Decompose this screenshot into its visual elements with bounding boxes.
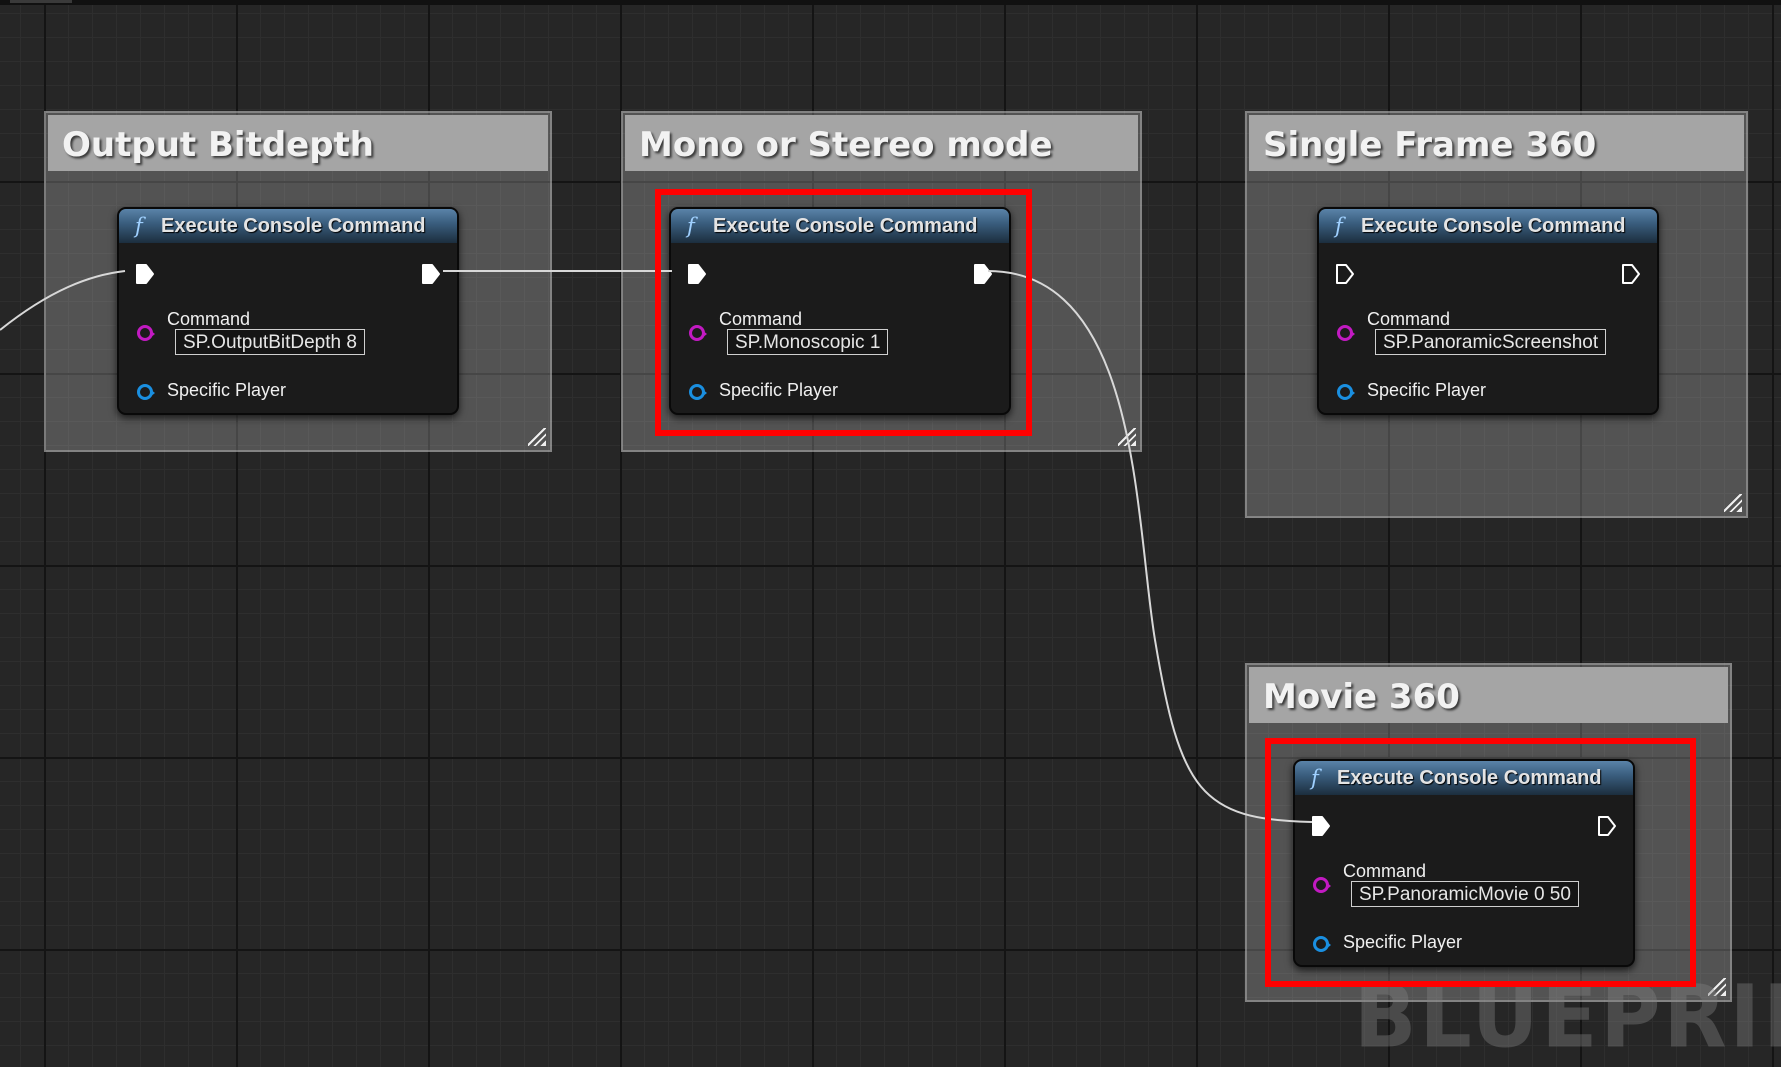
- specific-player-label: Specific Player: [1367, 380, 1487, 400]
- command-input[interactable]: SP.OutputBitDepth 8: [175, 329, 365, 355]
- resize-grip-icon[interactable]: [1724, 494, 1742, 512]
- command-label: Command: [167, 309, 251, 329]
- execute-console-command-node[interactable]: f Execute Console Command Command SP.Pan…: [1317, 207, 1659, 415]
- exec-output-pin-icon[interactable]: [1620, 262, 1642, 286]
- comment-title[interactable]: Output Bitdepth: [48, 115, 548, 171]
- graph-tab[interactable]: [10, 0, 72, 3]
- resize-grip-icon[interactable]: [1118, 428, 1136, 446]
- specific-player-pin-icon[interactable]: [1337, 384, 1355, 400]
- exec-input-pin-icon[interactable]: [1334, 262, 1356, 286]
- specific-player-label: Specific Player: [167, 380, 287, 400]
- comment-title[interactable]: Mono or Stereo mode: [625, 115, 1138, 171]
- highlight-box-movie-node: [1265, 738, 1696, 987]
- command-label: Command: [1367, 309, 1451, 329]
- resize-grip-icon[interactable]: [528, 428, 546, 446]
- command-pin-icon[interactable]: [1337, 325, 1355, 341]
- command-input[interactable]: SP.PanoramicScreenshot: [1375, 329, 1607, 355]
- function-icon: f: [1335, 214, 1343, 238]
- exec-output-pin-icon[interactable]: [420, 262, 442, 286]
- node-header[interactable]: f Execute Console Command: [1319, 209, 1657, 243]
- command-pin-icon[interactable]: [137, 325, 155, 341]
- execute-console-command-node[interactable]: f Execute Console Command Command SP.Out…: [117, 207, 459, 415]
- highlight-box-mono-node: [655, 189, 1032, 436]
- node-title: Execute Console Command: [1361, 215, 1626, 237]
- node-header[interactable]: f Execute Console Command: [119, 209, 457, 243]
- comment-title[interactable]: Movie 360: [1249, 667, 1728, 723]
- exec-input-pin-icon[interactable]: [134, 262, 156, 286]
- graph-top-bar: [0, 0, 1781, 5]
- function-icon: f: [135, 214, 143, 238]
- comment-title[interactable]: Single Frame 360: [1249, 115, 1744, 171]
- node-title: Execute Console Command: [161, 215, 426, 237]
- specific-player-pin-icon[interactable]: [137, 384, 155, 400]
